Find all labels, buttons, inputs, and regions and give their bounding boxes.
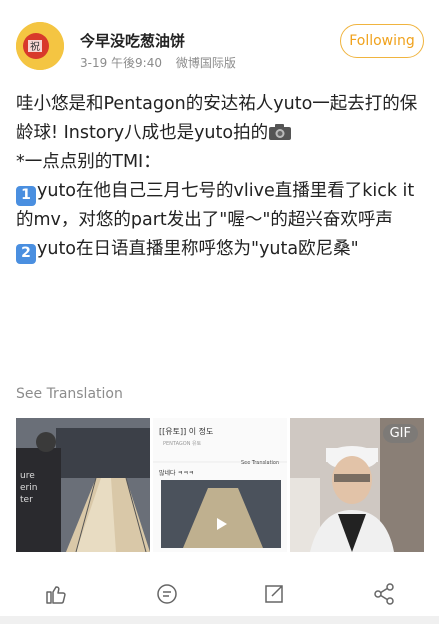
post-time: 3-19 午後9:40 [80,56,162,70]
comment-button[interactable] [155,582,179,606]
post-item-1: 1 yuto在他自己三月七号的vlive直播里看了kick it的mv，对悠的pa… [16,177,426,235]
see-translation-link[interactable]: See Translation [16,386,123,402]
media-thumbnail-screenshot[interactable]: [[유토]] 이 정도 PENTAGON 유토 See Translation … [153,418,287,552]
svg-text:erin: erin [20,483,37,493]
media-thumbnail-gif[interactable]: GIF [290,418,424,552]
avatar[interactable]: 祝 [16,22,64,70]
gif-badge: GIF [382,424,418,443]
number-two-icon: 2 [16,243,36,264]
post-line-1-text: 哇小悠是和Pentagon的安达祐人yuto一起去打的保龄球! Instory八… [16,94,418,143]
section-divider [0,616,439,624]
thumbs-up-icon [46,586,66,604]
like-button[interactable] [44,582,68,606]
comment-icon [157,584,177,604]
post-item-2: 2 yuto在日语直播里称呼悠为"yuta欧尼桑" [16,235,426,264]
svg-text:ter: ter [20,495,33,505]
svg-text:ure: ure [20,471,35,481]
username[interactable]: 今早没吃葱油饼 [80,30,185,51]
post-line-2: *一点点别的TMI： [16,152,161,172]
svg-text:祝: 祝 [30,40,40,53]
media-thumbnail-bowling[interactable]: ure erin ter [16,418,150,552]
post-item-1-text: yuto在他自己三月七号的vlive直播里看了kick it的mv，对悠的par… [16,181,415,230]
post-text: 哇小悠是和Pentagon的安达祐人yuto一起去打的保龄球! Instory八… [16,90,426,264]
following-button[interactable]: Following [340,24,424,58]
post-meta: 3-19 午後9:40 微博国际版 [80,54,236,71]
post-item-2-text: yuto在日语直播里称呼悠为"yuta欧尼桑" [37,239,359,259]
post-line-1: 哇小悠是和Pentagon的安达祐人yuto一起去打的保龄球! Instory八… [16,90,426,148]
share-icon [374,583,394,605]
post-source: 微博国际版 [175,56,236,70]
share-button[interactable] [372,582,396,606]
camera-icon [268,122,292,140]
number-one-icon: 1 [16,185,36,206]
repost-icon [265,585,283,603]
repost-button[interactable] [262,582,286,606]
